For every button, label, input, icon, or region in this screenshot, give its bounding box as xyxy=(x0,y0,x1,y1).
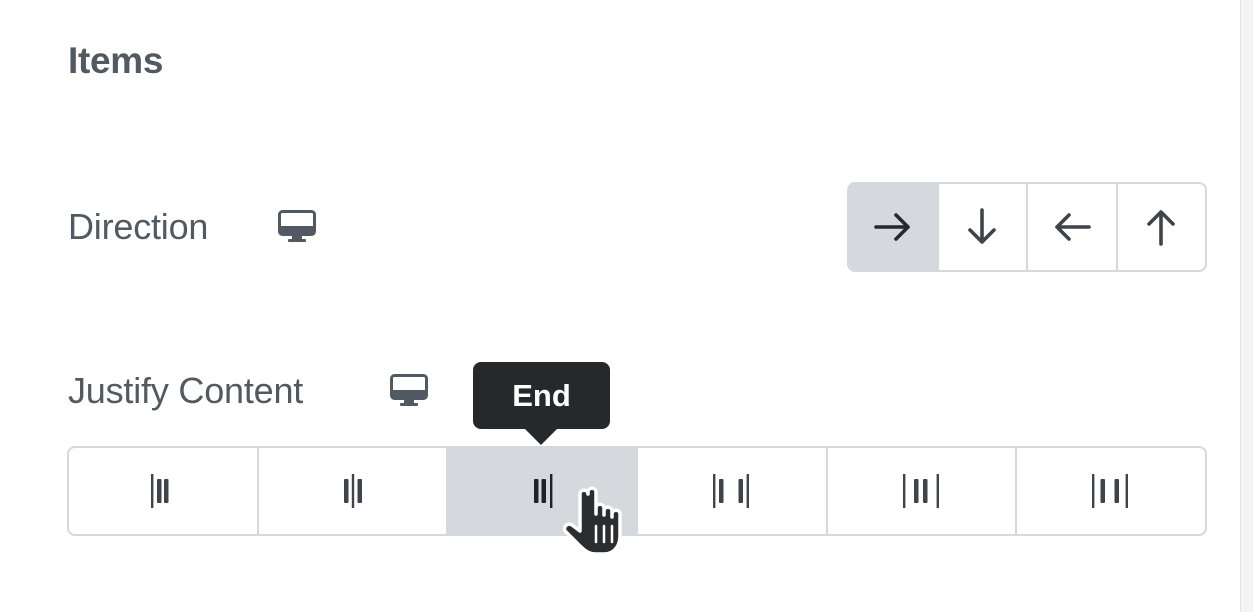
tooltip-arrow xyxy=(525,429,557,445)
justify-start-icon xyxy=(150,474,169,508)
justify-space-between-icon xyxy=(712,474,749,508)
justify-space-evenly-icon xyxy=(1092,474,1129,508)
arrow-left-icon xyxy=(1054,213,1091,241)
justify-space-around-icon xyxy=(902,474,939,508)
tooltip: End xyxy=(473,362,610,429)
section-title: Items xyxy=(68,40,164,81)
direction-row-button[interactable] xyxy=(849,184,939,270)
justify-content-control xyxy=(67,446,1207,536)
arrow-up-icon xyxy=(1147,210,1176,246)
justify-space-between-button[interactable] xyxy=(638,448,828,534)
direction-column-button[interactable] xyxy=(939,184,1028,270)
arrow-down-icon xyxy=(968,208,997,244)
direction-column-reverse-button[interactable] xyxy=(1118,184,1206,270)
justify-center-icon xyxy=(343,474,362,508)
direction-label: Direction xyxy=(68,206,209,247)
justify-end-button[interactable] xyxy=(448,448,639,534)
panel-edge xyxy=(1240,0,1253,612)
panel: Items Direction Justify Content End xyxy=(0,0,1253,612)
arrow-right-icon xyxy=(873,213,910,241)
justify-space-around-button[interactable] xyxy=(828,448,1018,534)
justify-start-button[interactable] xyxy=(69,448,259,534)
desktop-icon[interactable] xyxy=(390,374,428,408)
justify-content-label: Justify Content xyxy=(68,370,304,411)
desktop-icon[interactable] xyxy=(278,210,316,244)
direction-control xyxy=(847,182,1207,272)
justify-end-icon xyxy=(534,474,553,508)
direction-row-reverse-button[interactable] xyxy=(1028,184,1118,270)
justify-center-button[interactable] xyxy=(259,448,449,534)
justify-space-evenly-button[interactable] xyxy=(1017,448,1205,534)
